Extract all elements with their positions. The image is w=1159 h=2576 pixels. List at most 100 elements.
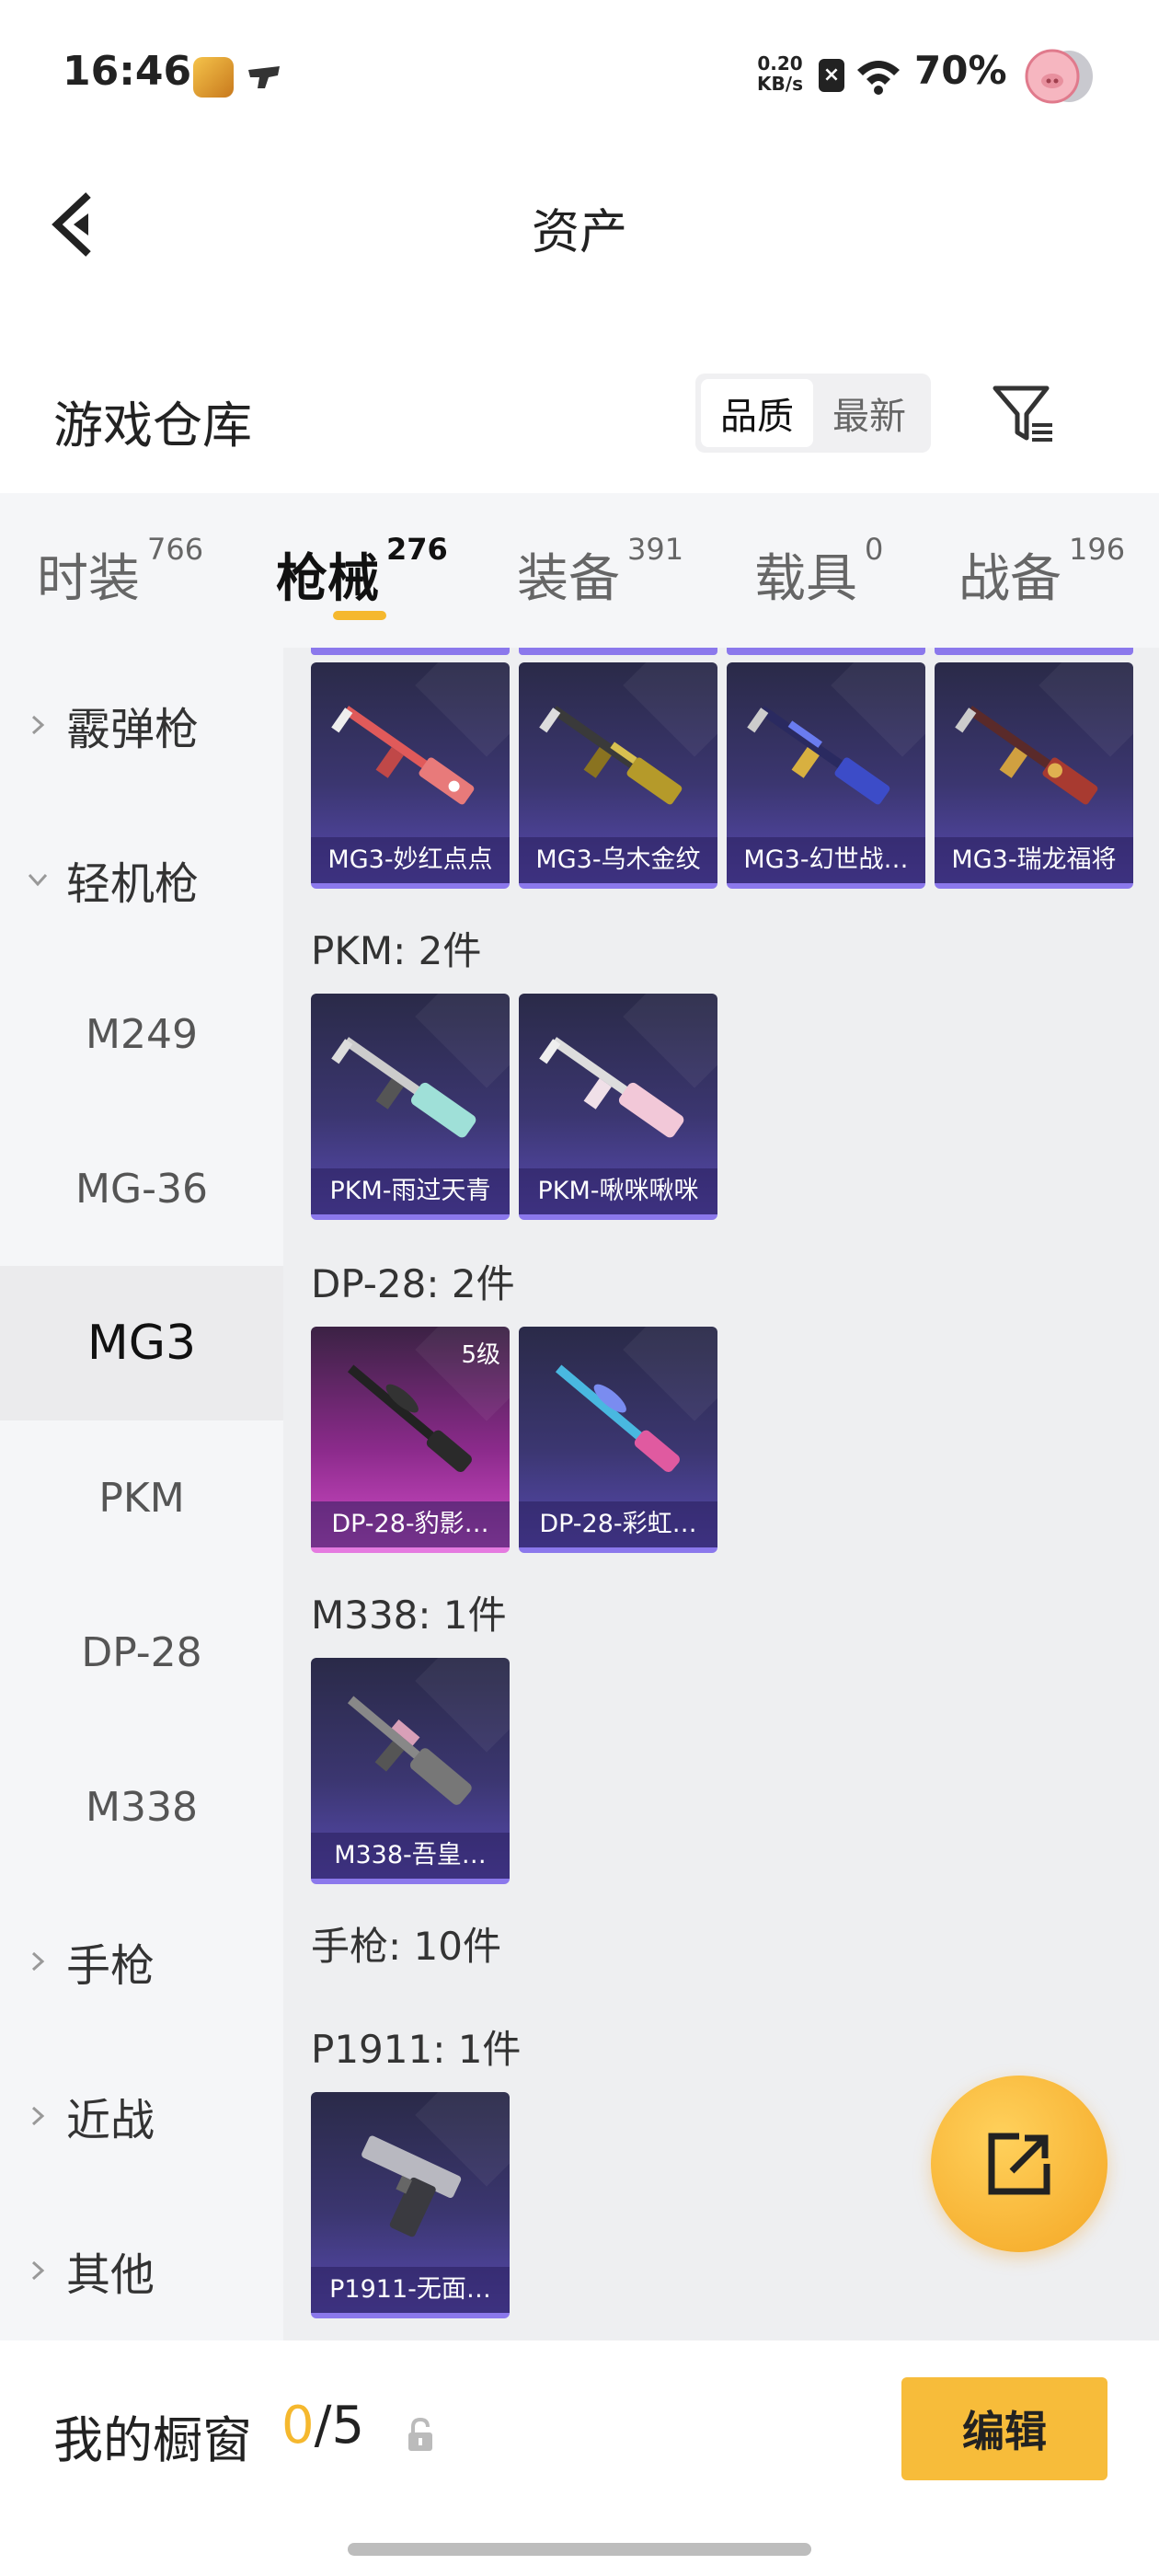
machine-gun-icon [747,706,890,805]
weapon-card[interactable]: MG3-幻世战… [727,662,925,889]
status-time: 16:46 [63,48,192,95]
section-header-pistol: 手枪: 10件 [311,1924,501,1969]
weapon-name: DP-28-豹影… [311,1501,510,1547]
tab-count: 391 [627,532,684,567]
machine-gun-icon [331,1037,476,1138]
weapon-name: MG3-瑞龙福将 [935,837,1133,883]
chevron-right-icon [31,2106,45,2126]
tab-label: 战备 [958,549,1061,609]
weapon-card[interactable]: P1911-无面… [311,2092,510,2318]
sidebar-item-label: 其他 [66,2249,155,2301]
sidebar-item-dp28[interactable]: DP-28 [0,1575,283,1730]
rifle-icon [555,1364,680,1473]
machine-gun-icon [331,706,475,805]
tab-label: 时装 [37,549,140,609]
weapon-name: MG3-妙红点点 [311,837,510,883]
weapon-name: P1911-无面… [311,2267,510,2313]
card-edge [519,648,717,655]
tab-weapons[interactable]: 枪械 276 [276,532,448,612]
showcase-title: 我的橱窗 [53,2411,252,2469]
showcase-bar: 我的橱窗 0/5 编辑 [0,2340,1159,2576]
game-app-icon [193,57,234,98]
showcase-count: 0/5 [281,2396,364,2455]
section-header-m338: M338: 1件 [311,1593,507,1638]
section-header-p1911: P1911: 1件 [311,2027,522,2072]
sidebar-item-pkm[interactable]: PKM [0,1420,283,1575]
sort-toggle: 品质 最新 [695,374,931,453]
weapon-name: PKM-啾咪啾咪 [519,1168,717,1214]
tab-outfits[interactable]: 时装 766 [37,532,203,612]
share-fab-button[interactable] [931,2076,1107,2252]
sidebar-item-other[interactable]: 其他 [0,2193,283,2348]
weapon-name: M338-吾皇… [311,1833,510,1879]
sidebar-item-mg36[interactable]: MG-36 [0,1111,283,1266]
tab-count: 766 [147,532,204,567]
tab-label: 枪械 [276,549,379,609]
sidebar-item-lmg[interactable]: 轻机枪 [0,802,283,957]
no-sim-icon: × [819,59,844,92]
share-export-icon [988,2133,1050,2195]
tab-count: 276 [386,532,448,567]
tab-gear[interactable]: 战备 196 [958,532,1125,612]
edit-button[interactable]: 编辑 [901,2377,1107,2480]
machine-gun-icon [347,1696,472,1805]
sidebar-item-m338[interactable]: M338 [0,1730,283,1884]
tab-equipment[interactable]: 装备 391 [517,532,683,612]
net-speed-value: 0.20 [757,52,803,75]
weapon-name: MG3-乌木金纹 [519,837,717,883]
page-title: 资产 [531,205,627,260]
warehouse-title: 游戏仓库 [53,397,252,454]
machine-gun-icon [539,706,683,805]
pistol-icon [361,2135,462,2237]
sidebar-item-mg3[interactable]: MG3 [0,1266,283,1420]
sort-quality-button[interactable]: 品质 [701,379,813,447]
weapon-card[interactable]: PKM-啾咪啾咪 [519,994,717,1220]
weapon-type-sidebar: 霰弹枪 轻机枪 M249 MG-36 MG3 PKM DP-28 M338 手枪… [0,648,283,2340]
weapon-name: MG3-幻世战… [727,837,925,883]
status-bar: 16:46 0.20 KB/s × 70% [0,0,1159,147]
machine-gun-icon [539,1037,684,1138]
weapon-card[interactable]: MG3-乌木金纹 [519,662,717,889]
machine-gun-icon [955,706,1098,805]
sidebar-item-label: 霰弹枪 [66,704,200,755]
drone-icon [248,66,280,88]
weapon-name: PKM-雨过天青 [311,1168,510,1214]
chevron-down-icon [28,873,48,887]
section-header-pkm: PKM: 2件 [311,928,482,973]
weapon-card[interactable]: DP-28-彩虹… [519,1327,717,1553]
card-edge [935,648,1133,655]
chevron-right-icon [31,1951,45,1972]
showcase-used: 0 [281,2396,315,2455]
sidebar-item-shotgun[interactable]: 霰弹枪 [0,648,283,802]
rifle-icon [347,1364,472,1473]
sidebar-item-label: 近战 [66,2095,155,2146]
tab-label: 装备 [517,549,620,609]
tab-label: 载具 [754,549,857,609]
chevron-right-icon [31,2260,45,2281]
card-edge [727,648,925,655]
sidebar-item-m249[interactable]: M249 [0,957,283,1111]
sidebar-item-label: 手枪 [66,1940,155,1992]
category-tabs: 时装 766 枪械 276 装备 391 载具 0 战备 196 [0,493,1159,648]
weapon-card[interactable]: MG3-妙红点点 [311,662,510,889]
tab-vehicles[interactable]: 载具 0 [754,532,883,612]
weapon-card[interactable]: M338-吾皇… [311,1658,510,1884]
card-edge [311,648,510,655]
weapon-name: DP-28-彩虹… [519,1501,717,1547]
sidebar-item-melee[interactable]: 近战 [0,2039,283,2193]
weapon-card[interactable]: MG3-瑞龙福将 [935,662,1133,889]
net-speed: 0.20 KB/s [752,53,808,94]
home-indicator[interactable] [348,2543,811,2556]
section-header-dp28: DP-28: 2件 [311,1261,515,1306]
pig-avatar-icon [1025,49,1093,104]
sort-latest-button[interactable]: 最新 [813,379,925,447]
lock-icon [408,2417,432,2451]
filter-icon[interactable] [990,381,1056,447]
showcase-total: /5 [314,2396,365,2455]
weapon-card[interactable]: 5级 DP-28-豹影… [311,1327,510,1553]
tab-count: 0 [865,532,884,567]
active-tab-indicator [333,611,386,620]
wifi-icon [857,61,900,95]
weapon-card[interactable]: PKM-雨过天青 [311,994,510,1220]
sidebar-item-pistol[interactable]: 手枪 [0,1884,283,2039]
